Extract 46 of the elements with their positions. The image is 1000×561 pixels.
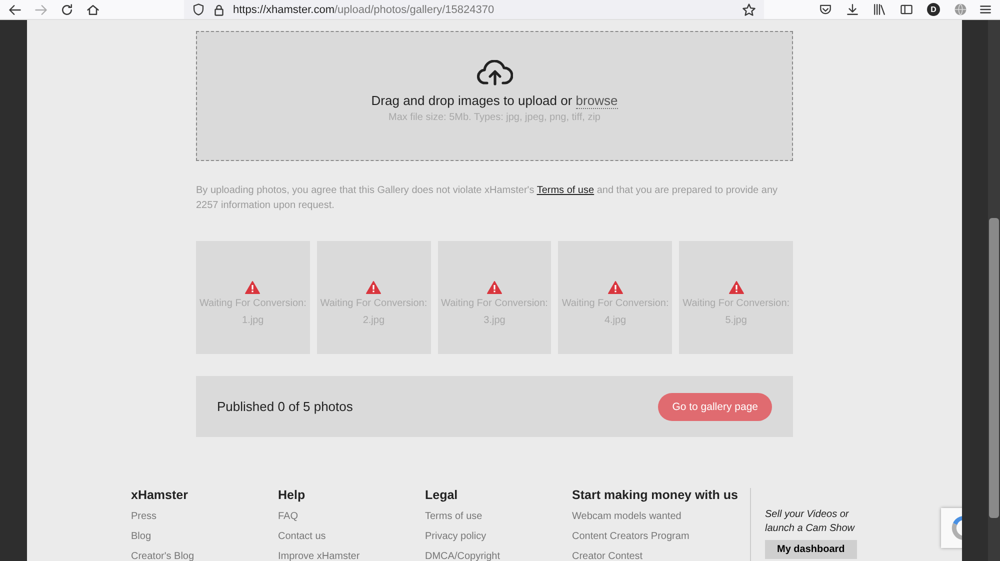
menu-icon[interactable] (979, 3, 992, 16)
download-icon[interactable] (846, 3, 859, 16)
library-icon[interactable] (873, 3, 886, 16)
publish-status: Published 0 of 5 photos (217, 399, 353, 414)
footer-link[interactable]: Contact us (278, 531, 326, 542)
sidebar-icon[interactable] (900, 3, 913, 16)
gallery-page-button[interactable]: Go to gallery page (658, 392, 772, 420)
globe-icon[interactable] (954, 3, 967, 16)
footer-link[interactable]: Press (131, 511, 157, 522)
terms-link[interactable]: Terms of use (536, 185, 594, 196)
footer-link[interactable]: Creator Contest (572, 551, 643, 561)
promo-text: Sell your Videos or launch a Cam Show (765, 508, 856, 536)
footer-link[interactable]: Content Creators Program (572, 531, 690, 542)
footer-heading: Legal (425, 488, 458, 502)
pocket-icon[interactable] (819, 3, 832, 16)
upload-prompt: Drag and drop images to upload or browse (371, 93, 618, 108)
dashboard-button[interactable]: My dashboard (765, 540, 857, 559)
warning-icon (245, 281, 260, 294)
home-icon[interactable] (86, 2, 100, 16)
footer-link[interactable]: Privacy policy (425, 531, 486, 542)
warning-icon (608, 281, 623, 294)
lock-icon[interactable] (213, 4, 225, 16)
footer-link[interactable]: Improve xHamster (278, 551, 360, 561)
footer-heading: xHamster (131, 488, 188, 502)
reload-icon[interactable] (60, 2, 74, 16)
footer-heading: Help (278, 488, 306, 502)
back-arrow-icon[interactable] (8, 2, 22, 16)
warning-icon (366, 281, 382, 294)
address-bar[interactable]: https://xhamster.com/upload/photos/gallery/15824370 (184, 0, 764, 19)
footer-heading: Start making money with us (572, 488, 738, 502)
footer-link[interactable]: Terms of use (425, 511, 482, 522)
footer-link[interactable]: DMCA/Copyright (425, 551, 500, 561)
account-avatar[interactable]: D (927, 3, 940, 16)
footer-link[interactable]: Webcam models wanted (572, 511, 682, 522)
footer-link[interactable]: FAQ (278, 511, 298, 522)
footer-link[interactable]: Blog (131, 531, 152, 542)
url-text: https://xhamster.com/upload/photos/gallery/15824370 (233, 4, 496, 16)
warning-icon (486, 281, 502, 294)
footer-link[interactable]: Creator's Blog (131, 551, 194, 561)
agreement-text: By uploading photos, you agree that this Gallery does not violate xHamster's Terms of use and that you are prepared to provide any 2257 information upon request. (196, 184, 779, 213)
cloud-upload-icon (476, 60, 512, 86)
star-icon[interactable] (742, 2, 756, 16)
warning-icon (728, 281, 744, 294)
shield-icon[interactable] (192, 3, 205, 16)
scrollbar-thumb[interactable] (989, 218, 999, 518)
browse-link[interactable]: browse (576, 93, 618, 109)
